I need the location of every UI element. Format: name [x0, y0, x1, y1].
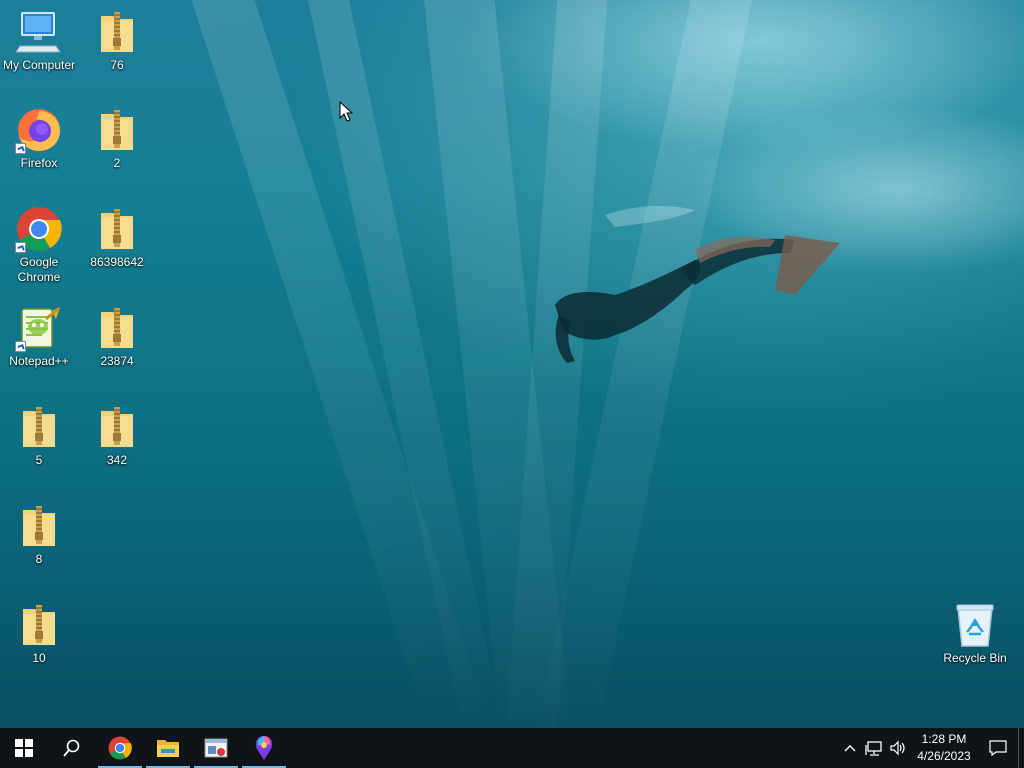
- zip-folder-icon: [93, 106, 141, 154]
- recycle-bin-icon: [951, 601, 999, 649]
- desktop-icon-label: 86398642: [90, 255, 144, 269]
- desktop-icon-label: 8: [35, 552, 43, 566]
- chevron-up-icon[interactable]: [838, 728, 862, 768]
- shortcut-arrow-icon: [15, 143, 26, 154]
- light-ray: [181, 0, 492, 728]
- desktop-icon-label: 342: [106, 453, 128, 467]
- desktop-icon-zip-5[interactable]: 5: [0, 403, 78, 468]
- notification-icon: [989, 740, 1007, 756]
- taskbar-clock[interactable]: 1:28 PM 4/26/2023: [910, 731, 978, 765]
- clock-time: 1:28 PM: [921, 732, 967, 746]
- chrome-icon: [108, 736, 132, 760]
- desktop-icon-zip-86398642[interactable]: 86398642: [78, 205, 156, 270]
- desktop-icon-zip-8[interactable]: 8: [0, 502, 78, 567]
- system-tray: 1:28 PM 4/26/2023: [838, 728, 1024, 768]
- desktop-icon-label: Notepad++: [9, 354, 69, 368]
- desktop-icon-zip-76[interactable]: 76: [78, 8, 156, 73]
- zip-folder-icon: [15, 403, 63, 451]
- folder-icon: [157, 740, 179, 757]
- desktop-icon-label: Recycle Bin: [943, 651, 1007, 665]
- taskbar-paint-button[interactable]: [240, 728, 288, 768]
- window-app-icon: [204, 738, 228, 758]
- desktop-icon-google-chrome[interactable]: Google Chrome: [0, 205, 78, 285]
- desktop-wallpaper: My Computer Firefox Google Chrome Notepa…: [0, 0, 1024, 728]
- zip-folder-icon: [93, 403, 141, 451]
- desktop-icon-label: 23874: [100, 354, 134, 368]
- desktop-icon-zip-10[interactable]: 10: [0, 601, 78, 666]
- desktop-icon-label: Google Chrome: [17, 255, 61, 284]
- paint-icon: [255, 736, 273, 760]
- shortcut-arrow-icon: [15, 242, 26, 253]
- clock-date: 4/26/2023: [917, 749, 971, 763]
- zip-folder-icon: [93, 205, 141, 253]
- firefox-icon: [15, 106, 63, 154]
- computer-icon: [15, 8, 63, 56]
- notepadpp-icon: [15, 304, 63, 352]
- show-desktop-button[interactable]: [1018, 728, 1024, 768]
- desktop-icon-zip-342[interactable]: 342: [78, 403, 156, 468]
- search-button[interactable]: [48, 728, 96, 768]
- action-center-button[interactable]: [978, 728, 1018, 768]
- zip-folder-icon: [15, 601, 63, 649]
- desktop-icon-zip-2[interactable]: 2: [78, 106, 156, 171]
- desktop-icon-notepadpp[interactable]: Notepad++: [0, 304, 78, 369]
- windows-logo-icon: [15, 739, 33, 757]
- taskbar-file-explorer-button[interactable]: [144, 728, 192, 768]
- zip-folder-icon: [93, 8, 141, 56]
- taskbar-app-button[interactable]: [192, 728, 240, 768]
- zip-folder-icon: [93, 304, 141, 352]
- light-ray: [300, 0, 511, 728]
- desktop-icon-label: My Computer: [2, 58, 76, 72]
- volume-icon[interactable]: [886, 728, 910, 768]
- desktop-icon-recycle-bin[interactable]: Recycle Bin: [936, 601, 1014, 666]
- desktop-icon-label: 2: [113, 156, 121, 170]
- taskbar: 1:28 PM 4/26/2023: [0, 728, 1024, 768]
- desktop-icon-label: Firefox: [20, 156, 58, 170]
- shortcut-arrow-icon: [15, 341, 26, 352]
- taskbar-chrome-button[interactable]: [96, 728, 144, 768]
- chrome-icon: [15, 205, 63, 253]
- mouse-cursor: [339, 101, 353, 122]
- desktop-icon-label: 76: [110, 58, 124, 72]
- search-icon: [63, 739, 80, 757]
- desktop-icon-label: 5: [35, 453, 43, 467]
- desktop-icon-firefox[interactable]: Firefox: [0, 106, 78, 171]
- start-button[interactable]: [0, 728, 48, 768]
- desktop-icon-zip-23874[interactable]: 23874: [78, 304, 156, 369]
- desktop-icon-my-computer[interactable]: My Computer: [0, 8, 78, 73]
- zip-folder-icon: [15, 502, 63, 550]
- desktop-icon-label: 10: [32, 651, 46, 665]
- diver-silhouette: [555, 205, 840, 363]
- network-icon[interactable]: [862, 728, 886, 768]
